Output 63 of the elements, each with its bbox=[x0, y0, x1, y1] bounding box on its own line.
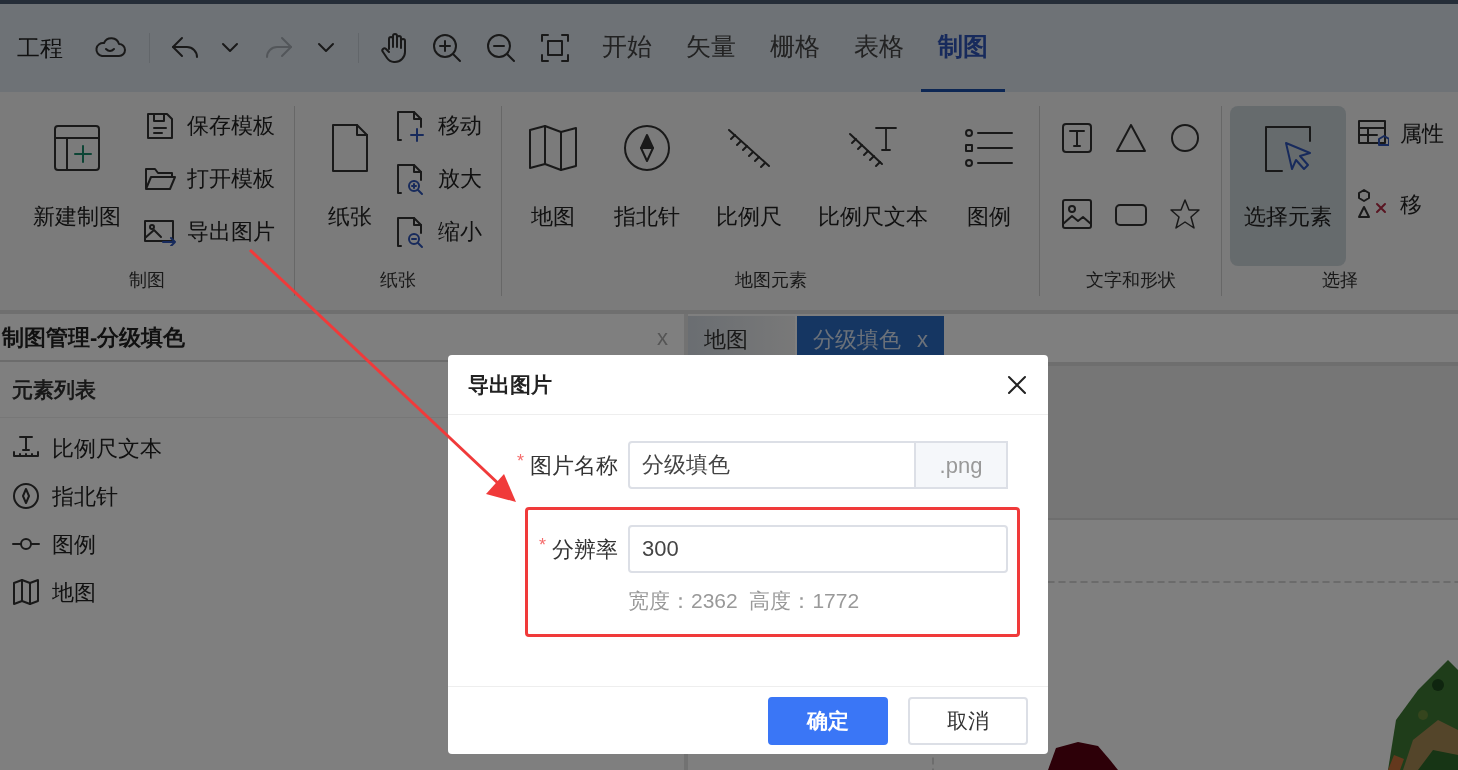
zoom-out-icon[interactable] bbox=[485, 32, 517, 64]
group-label: 选择 bbox=[1321, 269, 1359, 292]
compass-icon bbox=[621, 123, 672, 173]
menu-tab[interactable]: 开始 bbox=[585, 4, 669, 92]
group-label: 制图 bbox=[128, 269, 166, 292]
circle-icon[interactable] bbox=[1168, 122, 1201, 154]
required-mark: * bbox=[539, 533, 546, 557]
triangle-icon[interactable] bbox=[1114, 122, 1147, 154]
ribbon-button[interactable]: 比例尺文本 bbox=[803, 106, 942, 266]
caret-icon[interactable] bbox=[316, 42, 336, 54]
project-label[interactable]: 工程 bbox=[17, 30, 63, 66]
input-field[interactable]: 分级填色 bbox=[628, 441, 916, 489]
input-field[interactable]: 300 bbox=[628, 525, 1008, 573]
ribbon-button[interactable]: 保存模板 bbox=[143, 108, 275, 143]
ribbon-button[interactable]: 图例 bbox=[949, 106, 1028, 266]
hand-icon[interactable] bbox=[381, 32, 409, 64]
menu-tab[interactable]: 矢量 bbox=[669, 4, 753, 92]
ribbon-button[interactable]: 缩小 bbox=[394, 214, 482, 249]
group-label: 文字和形状 bbox=[1084, 269, 1177, 292]
table-plus-icon bbox=[53, 124, 101, 172]
ribbon-button[interactable]: 比例尺 bbox=[701, 106, 796, 266]
input-suffix: .png bbox=[916, 441, 1008, 489]
image-arrow-icon bbox=[143, 217, 177, 246]
cloud-icon[interactable] bbox=[93, 36, 127, 60]
folded-map-icon bbox=[527, 124, 578, 172]
ribbon-button[interactable]: 纸张 bbox=[314, 106, 386, 266]
ribbon-button[interactable]: 移动 bbox=[394, 108, 482, 143]
text-box-icon[interactable] bbox=[1060, 122, 1093, 154]
confirm-button[interactable]: 确定 bbox=[768, 696, 888, 745]
dialog-title: 导出图片 bbox=[468, 371, 552, 398]
ribbon-button[interactable]: 属性 bbox=[1356, 116, 1444, 151]
page-move-icon bbox=[395, 108, 427, 143]
ribbon-button[interactable]: 地图 bbox=[513, 106, 592, 266]
ribbon-button[interactable]: 放大 bbox=[394, 161, 482, 196]
ribbon-button[interactable]: 移 bbox=[1356, 187, 1444, 222]
image-icon[interactable] bbox=[1060, 198, 1093, 230]
close-button[interactable]: x bbox=[917, 322, 928, 356]
required-mark: * bbox=[517, 449, 524, 473]
panel-title: 制图管理-分级填色 bbox=[2, 323, 186, 352]
ribbon-button[interactable]: 新建制图 bbox=[19, 106, 135, 266]
ribbon-button[interactable]: 打开模板 bbox=[143, 161, 275, 196]
ribbon-button[interactable]: 指北针 bbox=[599, 106, 694, 266]
zoom-in-icon[interactable] bbox=[431, 32, 463, 64]
caret-icon[interactable] bbox=[220, 42, 240, 54]
folded-map-icon bbox=[12, 578, 40, 606]
ribbon-button[interactable]: 导出图片 bbox=[143, 214, 275, 249]
menu-tab[interactable]: 栅格 bbox=[753, 4, 837, 92]
compass-icon bbox=[12, 482, 40, 510]
legend-list-icon bbox=[963, 128, 1014, 168]
cancel-button[interactable]: 取消 bbox=[908, 696, 1028, 745]
fit-view-icon[interactable] bbox=[539, 32, 571, 64]
page-icon bbox=[330, 122, 370, 174]
star-icon[interactable] bbox=[1168, 198, 1201, 230]
group-label: 纸张 bbox=[379, 269, 417, 292]
menu-tab[interactable]: 表格 bbox=[837, 4, 921, 92]
size-hint: 宽度：2362 高度：1772 bbox=[628, 588, 861, 614]
field-label: 图片名称 bbox=[530, 451, 618, 480]
field-label: 分辨率 bbox=[552, 535, 618, 564]
ribbon-button[interactable]: 选择元素 bbox=[1230, 106, 1346, 266]
group-label: 地图元素 bbox=[733, 269, 808, 292]
cursor-select-icon bbox=[1262, 123, 1314, 173]
close-icon[interactable] bbox=[1006, 373, 1028, 396]
table-property-icon bbox=[1357, 118, 1389, 149]
